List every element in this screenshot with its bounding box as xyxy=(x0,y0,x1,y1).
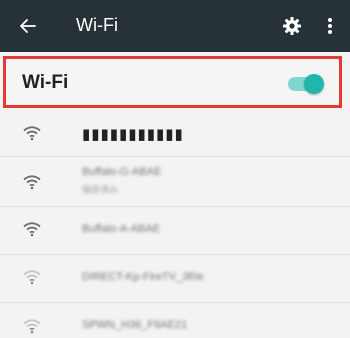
more-vertical-icon xyxy=(328,18,332,34)
wifi-signal-weak-icon xyxy=(23,319,41,334)
more-options-button[interactable] xyxy=(318,12,342,40)
network-name: ▮▮▮▮▮▮▮▮▮▮▮ xyxy=(82,126,184,143)
network-name: SPWN_H36_F9AE21 xyxy=(82,319,188,331)
wifi-signal-strong-icon xyxy=(23,126,41,141)
network-name: Buffalo-A-ABAE xyxy=(82,223,161,235)
toggle-thumb xyxy=(304,74,324,94)
wifi-settings-screen: Wi-Fi Wi-Fi ▮▮▮▮▮▮▮▮▮▮▮ Buffalo-G-ABAE 保… xyxy=(0,0,350,338)
back-button[interactable] xyxy=(14,12,42,40)
wifi-toggle-label: Wi-Fi xyxy=(22,72,69,93)
wifi-toggle-row[interactable]: Wi-Fi xyxy=(3,56,342,108)
back-arrow-icon xyxy=(20,19,36,33)
wifi-signal-strong-icon xyxy=(23,222,41,237)
settings-button[interactable] xyxy=(278,12,306,40)
network-item[interactable]: ▮▮▮▮▮▮▮▮▮▮▮ xyxy=(0,112,350,157)
network-name: Buffalo-G-ABAE xyxy=(82,166,162,178)
page-title: Wi-Fi xyxy=(76,15,118,35)
network-name: DIRECT-Kp-FireTV_3f0e xyxy=(82,271,204,283)
network-item[interactable]: Buffalo-A-ABAE xyxy=(0,206,350,255)
wifi-signal-strong-icon xyxy=(23,175,41,190)
network-item[interactable]: DIRECT-Kp-FireTV_3f0e xyxy=(0,254,350,303)
wifi-toggle-switch[interactable] xyxy=(288,74,324,94)
gear-icon xyxy=(283,17,301,35)
network-item[interactable]: SPWN_H36_F9AE21 xyxy=(0,302,350,338)
wifi-signal-weak-icon xyxy=(23,270,41,285)
app-bar: Wi-Fi xyxy=(0,0,350,52)
network-status: 保存済み xyxy=(82,185,119,195)
network-item[interactable]: Buffalo-G-ABAE 保存済み xyxy=(0,156,350,207)
